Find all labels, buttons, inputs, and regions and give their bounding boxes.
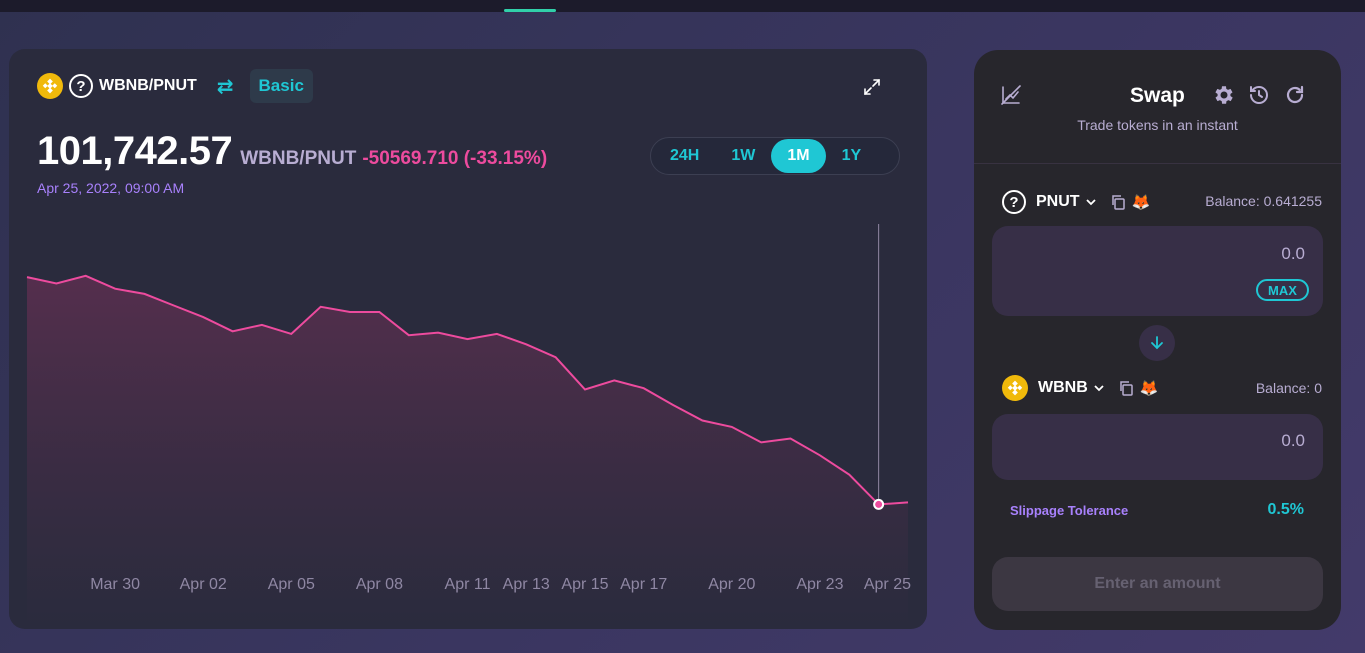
bnb-token-icon [1002, 375, 1028, 401]
swap-subtitle: Trade tokens in an instant [1077, 117, 1238, 133]
from-amount-value[interactable]: 0.0 [1281, 244, 1305, 264]
swap-card: Swap Trade tokens in an instant ? PNUT 🦊… [974, 50, 1341, 630]
copy-icon[interactable] [1110, 194, 1126, 210]
x-tick-label: Apr 08 [356, 576, 403, 593]
range-button-1y[interactable]: 1Y [826, 139, 878, 173]
to-token-selector[interactable]: WBNB 🦊 [1002, 374, 1158, 402]
pair-name: WBNB/PNUT [99, 77, 197, 94]
current-price: 101,742.57 [37, 129, 233, 173]
to-amount-value[interactable]: 0.0 [1281, 431, 1305, 451]
price-date: Apr 25, 2022, 09:00 AM [37, 180, 185, 196]
to-balance: Balance: 0 [1255, 380, 1322, 396]
from-balance: Balance: 0.641255 [1205, 193, 1322, 209]
from-amount-input[interactable]: 0.0 MAX [992, 226, 1323, 316]
x-tick-label: Apr 25 [864, 576, 911, 593]
range-button-1m[interactable]: 1M [771, 139, 826, 173]
enter-amount-button: Enter an amount [992, 557, 1323, 611]
metamask-fox-icon[interactable]: 🦊 [1132, 193, 1151, 211]
range-button-1w[interactable]: 1W [715, 139, 771, 173]
from-token-symbol: PNUT [1036, 193, 1080, 210]
x-tick-label: Apr 13 [503, 576, 550, 593]
arrow-down-icon [1151, 336, 1163, 350]
chart-toggle-icon[interactable] [1000, 84, 1022, 106]
hover-point [873, 498, 885, 510]
switch-direction-button[interactable] [1139, 325, 1175, 361]
x-tick-label: Apr 23 [796, 576, 843, 593]
refresh-icon[interactable] [1283, 83, 1307, 107]
unknown-token-icon: ? [69, 74, 93, 98]
to-token-symbol: WBNB [1038, 379, 1088, 396]
active-tab-indicator [504, 9, 556, 12]
x-tick-label: Apr 11 [445, 576, 491, 593]
swap-header: Swap Trade tokens in an instant [974, 50, 1341, 164]
switch-pair-icon[interactable]: ⇄ [217, 74, 234, 99]
price-row: 101,742.57 WBNB/PNUT -50569.710 (-33.15%… [37, 129, 547, 174]
price-change: -50569.710 (-33.15%) [362, 148, 548, 169]
x-tick-label: Apr 20 [708, 576, 755, 593]
to-amount-input[interactable]: 0.0 [992, 414, 1323, 480]
history-icon[interactable] [1247, 83, 1271, 107]
max-button[interactable]: MAX [1256, 279, 1309, 301]
slippage-label: Slippage Tolerance [1010, 503, 1129, 518]
price-chart-card: ? WBNB/PNUT ⇄ Basic 101,742.57 WBNB/PNUT… [9, 49, 927, 629]
x-tick-label: Apr 05 [268, 576, 315, 593]
time-range-selector: 24H 1W 1M 1Y [650, 137, 900, 175]
x-tick-label: Apr 15 [561, 576, 608, 593]
range-button-24h[interactable]: 24H [654, 139, 715, 173]
swap-title: Swap [1130, 84, 1185, 107]
x-tick-label: Apr 02 [180, 576, 227, 593]
gear-icon[interactable] [1211, 83, 1235, 107]
chevron-down-icon [1094, 385, 1104, 392]
x-tick-label: Apr 17 [620, 576, 667, 593]
pair-header: ? WBNB/PNUT ⇄ Basic [37, 69, 313, 103]
chevron-down-icon [1085, 199, 1096, 206]
slippage-value[interactable]: 0.5% [1268, 501, 1304, 519]
metamask-fox-icon[interactable]: 🦊 [1140, 379, 1159, 397]
top-nav-bar [0, 0, 1365, 12]
from-token-selector[interactable]: ? PNUT 🦊 [1002, 188, 1150, 216]
price-pair-label: WBNB/PNUT [240, 148, 357, 169]
unknown-token-icon: ? [1002, 190, 1026, 214]
expand-icon[interactable] [862, 77, 882, 97]
price-area-chart: Mar 30 Apr 02 Apr 05 Apr 08 Apr 11 Apr 13 Apr … [26, 224, 911, 629]
copy-icon[interactable] [1118, 380, 1134, 396]
bnb-token-icon [37, 73, 63, 99]
basic-mode-button[interactable]: Basic [249, 69, 313, 103]
x-tick-label: Mar 30 [90, 576, 140, 593]
